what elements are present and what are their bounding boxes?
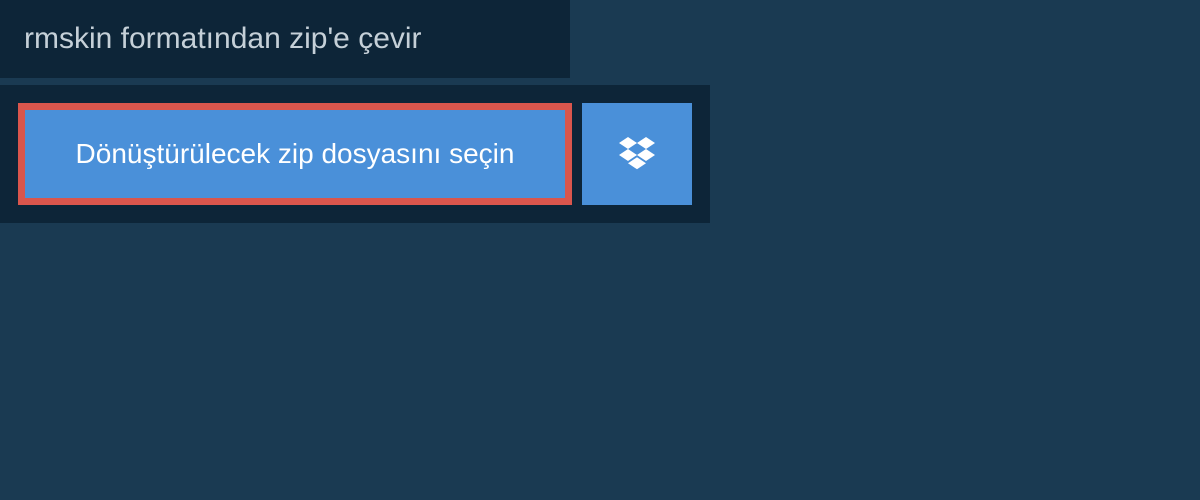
header-bar: rmskin formatından zip'e çevir [0, 0, 570, 78]
dropbox-icon [619, 134, 655, 175]
page-title: rmskin formatından zip'e çevir [24, 22, 546, 56]
dropbox-button[interactable] [582, 103, 692, 205]
select-file-button[interactable]: Dönüştürülecek zip dosyasını seçin [18, 103, 572, 205]
upload-panel: Dönüştürülecek zip dosyasını seçin [0, 85, 710, 223]
select-file-label: Dönüştürülecek zip dosyasını seçin [76, 138, 515, 170]
